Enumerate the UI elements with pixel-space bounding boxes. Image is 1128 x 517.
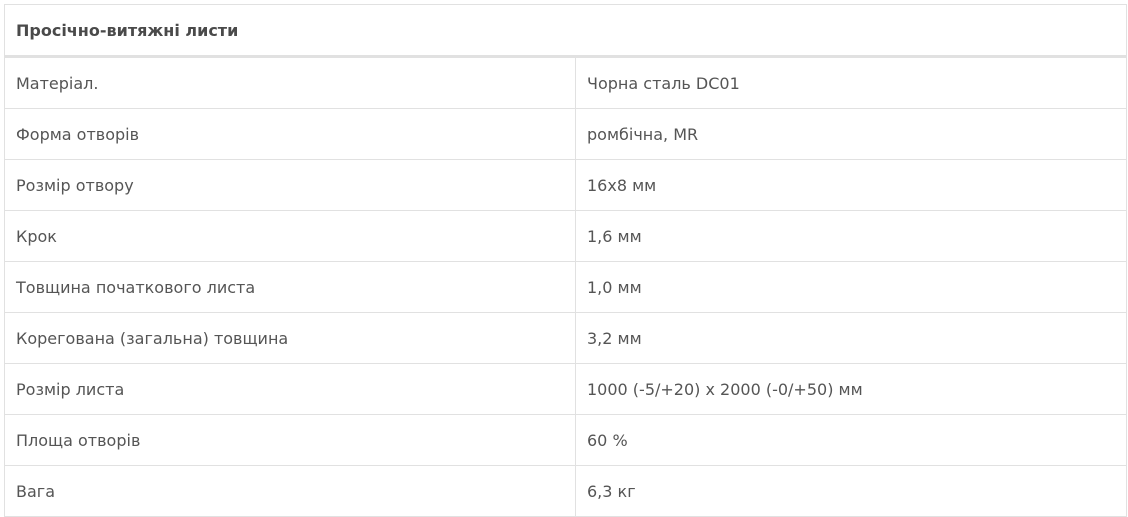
table-header-row: Просічно-витяжні листи bbox=[3, 4, 1128, 58]
row-value: 60 % bbox=[574, 414, 1128, 466]
table-row: Корегована (загальна) товщина 3,2 мм bbox=[4, 312, 1128, 364]
row-label: Форма отворів bbox=[4, 108, 576, 160]
row-label: Розмір отвору bbox=[4, 159, 576, 211]
table-row: Товщина початкового листа 1,0 мм bbox=[4, 261, 1128, 313]
table-row: Розмір отвору 16x8 мм bbox=[4, 159, 1128, 211]
table-title: Просічно-витяжні листи bbox=[3, 4, 1128, 58]
table-row: Крок 1,6 мм bbox=[4, 210, 1128, 262]
row-label: Вага bbox=[4, 465, 576, 517]
spec-table: Просічно-витяжні листи Матеріал. Чорна с… bbox=[3, 4, 1128, 517]
row-label: Товщина початкового листа bbox=[4, 261, 576, 313]
row-label: Розмір листа bbox=[4, 363, 576, 415]
row-value: 1,0 мм bbox=[574, 261, 1128, 313]
row-value: 1,6 мм bbox=[574, 210, 1128, 262]
row-label: Матеріал. bbox=[4, 56, 576, 109]
row-value: 3,2 мм bbox=[574, 312, 1128, 364]
row-value: 16x8 мм bbox=[574, 159, 1128, 211]
row-value: 1000 (-5/+20) x 2000 (-0/+50) мм bbox=[574, 363, 1128, 415]
table-row: Розмір листа 1000 (-5/+20) x 2000 (-0/+5… bbox=[4, 363, 1128, 415]
table-row: Площа отворів 60 % bbox=[4, 414, 1128, 466]
table-row: Матеріал. Чорна сталь DC01 bbox=[4, 56, 1128, 109]
row-label: Корегована (загальна) товщина bbox=[4, 312, 576, 364]
table-row: Форма отворів ромбічна, MR bbox=[4, 108, 1128, 160]
table-row: Вага 6,3 кг bbox=[4, 465, 1128, 517]
row-label: Крок bbox=[4, 210, 576, 262]
row-value: Чорна сталь DC01 bbox=[574, 56, 1128, 109]
row-label: Площа отворів bbox=[4, 414, 576, 466]
row-value: ромбічна, MR bbox=[574, 108, 1128, 160]
row-value: 6,3 кг bbox=[574, 465, 1128, 517]
